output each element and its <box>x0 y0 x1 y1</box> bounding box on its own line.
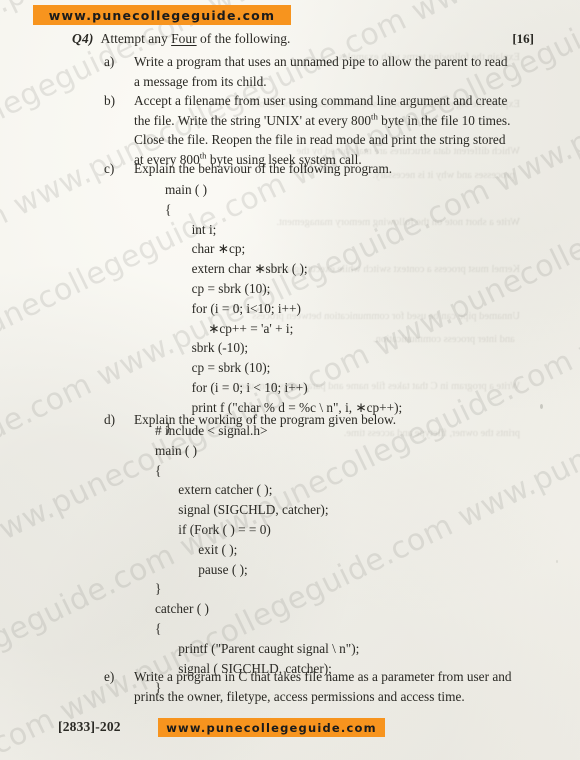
question-marks: [16] <box>512 31 534 46</box>
subquestion-b-line-1: Accept a filename from user using comman… <box>134 93 508 108</box>
question-prompt-underlined: Four <box>171 31 197 46</box>
paper-speck <box>540 404 543 409</box>
subquestion-a: a) Write a program that uses an unnamed … <box>104 52 532 91</box>
paper-code: [2833]-202 <box>58 719 121 734</box>
code-listing-c: main ( ) { int i; char ∗cp; extern char … <box>165 182 403 435</box>
subquestion-d-label: d) <box>104 412 116 427</box>
subquestion-b-line-2-b: byte in the file 10 times. <box>377 112 511 128</box>
question-prompt-after: of the following. <box>196 31 291 46</box>
subquestion-c-label: c) <box>104 161 115 176</box>
question-number: Q4) <box>72 31 94 46</box>
subquestion-b: b) Accept a filename from user using com… <box>104 91 532 169</box>
subquestion-c-body: Explain the behaviour of the following p… <box>134 159 532 179</box>
subquestion-b-label: b) <box>104 93 116 108</box>
subquestion-c: c) Explain the behaviour of the followin… <box>104 159 532 179</box>
subquestion-b-line-2: the file. Write the string 'UNIX' at eve… <box>134 111 532 131</box>
question-prompt: Attempt any Four of the following. <box>101 31 513 47</box>
subquestion-b-line-3: Close the file. Reopen the file in read … <box>134 132 506 148</box>
site-banner-top: www.punecollegeguide.com <box>33 5 291 25</box>
subquestion-e-label: e) <box>104 669 115 684</box>
subquestion-b-line-2-a: the file. Write the string 'UNIX' at eve… <box>134 112 372 128</box>
paper-speck <box>556 560 558 563</box>
question-heading: Q4) Attempt any Four of the following. [… <box>72 31 534 47</box>
subquestion-a-line-2: a message from its child. <box>134 73 267 89</box>
subquestion-a-body: Write a program that uses an unnamed pip… <box>134 52 532 91</box>
exam-paper-page: Explain the following terms with example… <box>0 0 580 760</box>
code-listing-d: # include < signal.h> main ( ) { extern … <box>155 423 360 696</box>
subquestion-a-label: a) <box>104 54 115 69</box>
site-banner-bottom: www.punecollegeguide.com <box>158 718 385 737</box>
subquestion-c-text: Explain the behaviour of the following p… <box>134 161 393 176</box>
subquestion-b-body: Accept a filename from user using comman… <box>134 91 532 169</box>
subquestion-a-line-1: Write a program that uses an unnamed pip… <box>134 54 508 69</box>
question-prompt-before: Attempt any <box>100 31 172 46</box>
subquestion-b-line-2-sup: th <box>371 111 378 122</box>
